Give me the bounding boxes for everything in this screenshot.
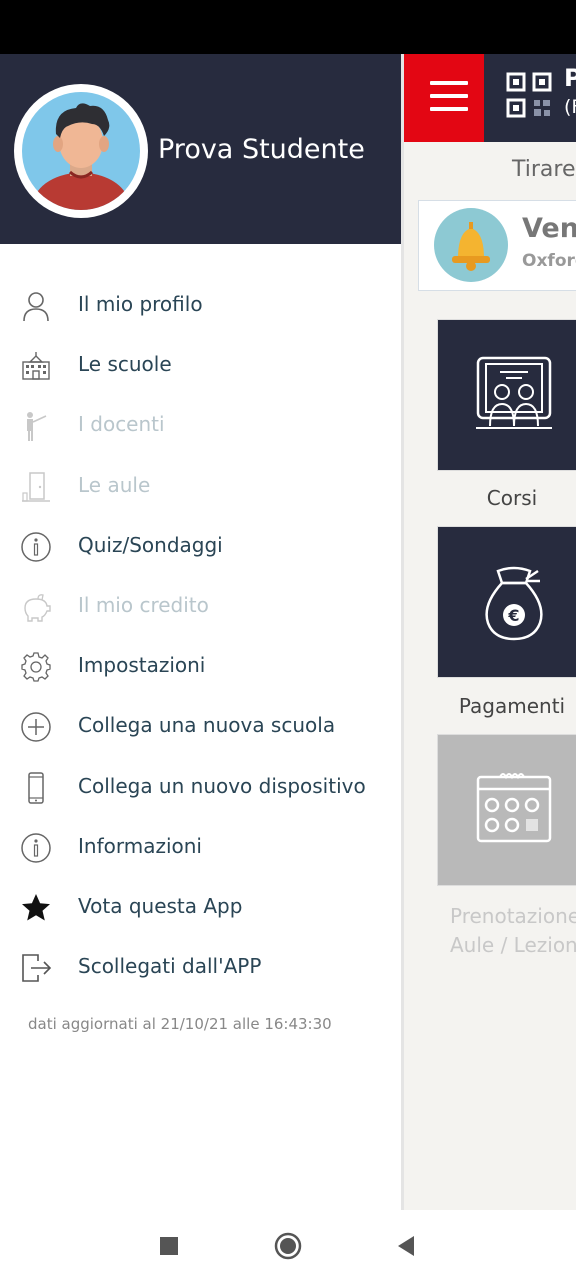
menu-label: Impostazioni [78,653,206,678]
info-circle-icon [21,832,51,863]
menu-item-collega-dispositivo[interactable]: Collega un nuovo dispositivo [0,758,401,818]
tile-pagamenti[interactable]: € [437,526,576,678]
status-bar [0,0,576,54]
back-icon[interactable] [392,1232,420,1260]
menu-item-collega-scuola[interactable]: Collega una nuova scuola [0,697,401,757]
drawer-menu: Il mio profilo Le scuole I docenti Le au… [0,276,401,998]
tile-prenotazione[interactable] [437,734,576,886]
menu-label: Il mio credito [78,592,209,617]
star-icon [22,893,50,921]
smartphone-icon [28,771,44,804]
classroom-board-icon [476,356,552,429]
bell-icon [434,208,508,282]
pull-to-refresh-text: Tirare [512,157,576,182]
menu-item-profilo[interactable]: Il mio profilo [0,276,401,336]
menu-item-informazioni[interactable]: Informazioni [0,818,401,878]
menu-item-scollegati[interactable]: Scollegati dall'APP [0,938,401,998]
menu-item-scuole[interactable]: Le scuole [0,336,401,396]
drawer-header: Prova Studente [0,54,401,244]
last-updated-text: dati aggiornati al 21/10/21 alle 16:43:3… [28,1015,332,1033]
teacher-icon [27,412,47,442]
hamburger-menu-button[interactable] [403,54,484,142]
menu-item-vota-app[interactable]: Vota questa App [0,878,401,938]
calendar-icon [476,773,552,843]
menu-label: I docenti [78,412,165,437]
notification-card[interactable]: Vene Oxford [418,200,576,291]
user-icon [23,292,49,322]
app-subtitle: (F [564,96,576,118]
tile-prenotazione-label-line2: Aule / Lezioni [450,933,576,957]
student-avatar-icon [22,92,140,210]
menu-label: Collega un nuovo dispositivo [78,773,366,798]
info-circle-icon [21,532,51,562]
piggy-bank-icon [24,594,51,622]
menu-item-quiz[interactable]: Quiz/Sondaggi [0,517,401,577]
app-header: P (F [402,54,576,142]
menu-label: Le scuole [78,352,172,377]
menu-label: Vota questa App [78,893,243,918]
background-app: P (F Tirare Vene Oxford Corsi [402,54,576,1210]
classroom-door-icon [22,471,50,502]
app-title: P [564,64,576,92]
hamburger-line [430,107,468,111]
qr-code-icon[interactable] [506,72,552,118]
notification-subtitle: Oxford [522,251,576,271]
menu-item-impostazioni[interactable]: Impostazioni [0,637,401,697]
avatar[interactable] [14,84,148,218]
plus-circle-icon [21,712,51,743]
hamburger-line [430,94,468,98]
menu-item-aule[interactable]: Le aule [0,457,401,517]
menu-label: Collega una nuova scuola [78,713,336,738]
tile-corsi-label: Corsi [486,486,538,510]
system-nav-bar [0,1210,576,1280]
school-building-icon [22,352,50,380]
tile-corsi[interactable] [437,319,576,471]
menu-label: Quiz/Sondaggi [78,532,223,557]
menu-label: Informazioni [78,833,202,858]
user-name: Prova Studente [158,134,365,165]
svg-text:€: € [507,606,519,625]
menu-item-credito[interactable]: Il mio credito [0,577,401,637]
gear-icon [21,652,51,682]
recent-apps-icon[interactable] [155,1232,183,1260]
navigation-drawer: Prova Studente Il mio profilo Le scuole [0,54,401,1210]
home-icon[interactable] [274,1232,302,1260]
menu-label: Scollegati dall'APP [78,954,262,979]
logout-icon [22,954,52,982]
menu-label: Il mio profilo [78,292,203,316]
tile-prenotazione-label-line1: Prenotazione [450,904,576,928]
menu-item-docenti[interactable]: I docenti [0,396,401,456]
tile-pagamenti-label: Pagamenti [458,694,566,718]
notification-title: Vene [522,213,576,244]
money-bag-euro-icon: € [485,566,543,641]
menu-label: Le aule [78,472,151,497]
tile-prenotazione-label: Prenotazione Aule / Lezioni [450,902,576,960]
hamburger-line [430,81,468,85]
